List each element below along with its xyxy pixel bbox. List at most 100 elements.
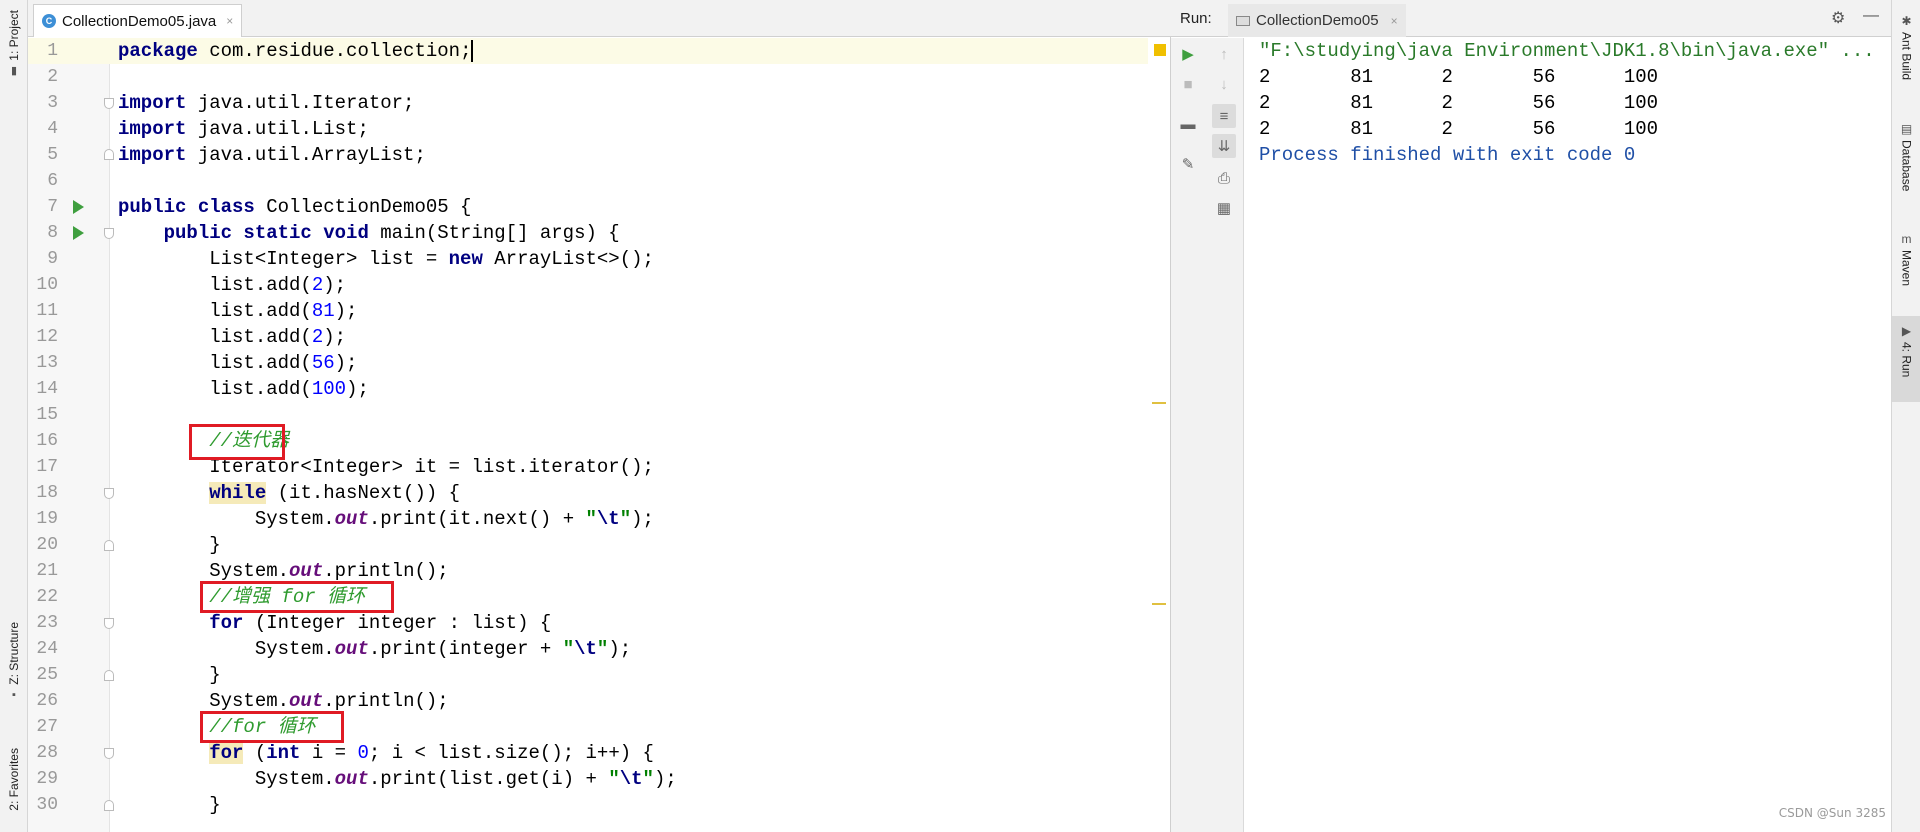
code-token: out bbox=[289, 560, 324, 582]
favorites-tab-label: 2: Favorites bbox=[7, 748, 21, 811]
print-icon[interactable]: ⎙ bbox=[1212, 166, 1236, 190]
fold-end-icon[interactable] bbox=[104, 149, 114, 160]
editor-file-tab[interactable]: C CollectionDemo05.java × bbox=[33, 4, 243, 37]
code-token: } bbox=[118, 534, 221, 556]
fold-icon[interactable] bbox=[104, 98, 114, 109]
code-line-3: 3 import java.util.Iterator; bbox=[28, 90, 1148, 116]
code-token: (it.hasNext()) { bbox=[266, 482, 461, 504]
line-number: 27 bbox=[36, 717, 58, 737]
code-token: public class bbox=[118, 196, 255, 218]
code-token: .println(); bbox=[323, 690, 449, 712]
scroll-to-end-icon[interactable]: ⇊ bbox=[1212, 134, 1236, 158]
up-arrow-icon[interactable]: ↑ bbox=[1212, 42, 1236, 66]
code-token: ); bbox=[608, 638, 632, 660]
code-token: ); bbox=[323, 274, 347, 296]
database-label: Database bbox=[1899, 140, 1914, 192]
code-token: java.util.ArrayList; bbox=[186, 144, 426, 166]
fold-end-icon[interactable] bbox=[104, 670, 114, 681]
code-area[interactable]: 1 package com.residue.collection; 2 3 impo… bbox=[28, 38, 1171, 832]
console-line: 2 81 2 56 100 bbox=[1259, 118, 1659, 140]
run-label: Run: bbox=[1180, 10, 1212, 27]
fold-end-icon[interactable] bbox=[104, 540, 114, 551]
rerun-icon[interactable]: ▶ bbox=[1176, 42, 1200, 66]
code-token: public static void bbox=[118, 222, 369, 244]
code-line-13: 13 list.add(56); bbox=[28, 350, 1148, 376]
run-main-icon[interactable] bbox=[73, 226, 84, 240]
layout-icon[interactable]: ▬ bbox=[1176, 112, 1200, 136]
scroll-marker[interactable] bbox=[1152, 603, 1166, 605]
code-line-8: 8 public static void main(String[] args)… bbox=[28, 220, 1148, 246]
code-token: java.util.List; bbox=[186, 118, 369, 140]
fold-icon[interactable] bbox=[104, 748, 114, 759]
pin-icon[interactable]: ✎ bbox=[1176, 152, 1200, 176]
watermark: CSDN @Sun 3285 bbox=[1778, 806, 1886, 820]
fold-icon[interactable] bbox=[104, 228, 114, 239]
structure-icon: ▪ bbox=[12, 688, 16, 701]
line-number: 8 bbox=[47, 223, 58, 243]
line-number: 7 bbox=[47, 197, 58, 217]
minimize-icon[interactable]: — bbox=[1863, 7, 1879, 25]
code-token: i = bbox=[300, 742, 358, 764]
ant-build-tool-tab[interactable]: ✱ Ant Build bbox=[1892, 14, 1920, 80]
code-token: out bbox=[289, 690, 324, 712]
line-number: 28 bbox=[36, 743, 58, 763]
run-tool-tab[interactable]: ▶ 4: Run bbox=[1892, 316, 1920, 402]
code-token: ; i < list.size(); i++) { bbox=[368, 742, 654, 764]
code-comment: //迭代器 bbox=[118, 430, 290, 452]
code-token: " bbox=[619, 508, 632, 530]
file-status-indicator[interactable] bbox=[1154, 44, 1166, 56]
code-token: out bbox=[334, 768, 369, 790]
left-tool-strip: 1: Project ▮ Z: Structure ▪ 2: Favorites bbox=[0, 0, 28, 832]
close-run-tab-icon[interactable]: × bbox=[1391, 14, 1398, 28]
soft-wrap-icon[interactable]: ≡ bbox=[1212, 104, 1236, 128]
maven-tool-tab[interactable]: m Maven bbox=[1892, 232, 1920, 286]
code-comment: //for 循环 bbox=[118, 716, 316, 738]
code-line-16: 16 //迭代器 bbox=[28, 428, 1148, 454]
console-output[interactable]: "F:\studying\java Environment\JDK1.8\bin… bbox=[1259, 38, 1879, 832]
code-token: list.add( bbox=[118, 326, 312, 348]
code-line-12: 12 list.add(2); bbox=[28, 324, 1148, 350]
project-tool-tab[interactable]: 1: Project ▮ bbox=[0, 10, 28, 77]
line-number: 12 bbox=[36, 327, 58, 347]
code-token: ); bbox=[334, 300, 358, 322]
line-number: 6 bbox=[47, 171, 58, 191]
stop-icon[interactable]: ■ bbox=[1176, 72, 1200, 96]
line-number: 10 bbox=[36, 275, 58, 295]
code-token: 2 bbox=[311, 326, 324, 348]
console-line: 2 81 2 56 100 bbox=[1259, 66, 1659, 88]
gear-icon[interactable]: ⚙ bbox=[1831, 8, 1845, 28]
run-config-tab[interactable]: CollectionDemo05 × bbox=[1228, 4, 1406, 37]
code-line-25: 25 } bbox=[28, 662, 1148, 688]
code-token: for bbox=[209, 742, 244, 764]
text-caret bbox=[471, 39, 474, 62]
run-class-icon[interactable] bbox=[73, 200, 84, 214]
close-tab-icon[interactable]: × bbox=[226, 14, 233, 28]
console-line: Process finished with exit code 0 bbox=[1259, 144, 1636, 166]
code-line-14: 14 list.add(100); bbox=[28, 376, 1148, 402]
ide-window: 1: Project ▮ Z: Structure ▪ 2: Favorites… bbox=[0, 0, 1920, 832]
code-comment: //增强 for 循环 bbox=[118, 586, 366, 608]
line-number: 19 bbox=[36, 509, 58, 529]
line-number: 3 bbox=[47, 93, 58, 113]
down-arrow-icon[interactable]: ↓ bbox=[1212, 72, 1236, 96]
fold-end-icon[interactable] bbox=[104, 800, 114, 811]
trash-icon[interactable]: ▦ bbox=[1212, 196, 1236, 220]
line-number: 23 bbox=[36, 613, 58, 633]
code-token: list.add( bbox=[118, 300, 312, 322]
code-token: " bbox=[562, 638, 575, 660]
scroll-marker[interactable] bbox=[1152, 402, 1166, 404]
code-token: .println(); bbox=[323, 560, 449, 582]
code-token: " bbox=[596, 638, 609, 660]
code-token: .print(list.get(i) + bbox=[368, 768, 609, 790]
structure-tool-tab[interactable]: Z: Structure ▪ bbox=[0, 622, 28, 701]
line-number: 29 bbox=[36, 769, 58, 789]
maven-label: Maven bbox=[1899, 250, 1914, 287]
fold-icon[interactable] bbox=[104, 488, 114, 499]
line-number: 20 bbox=[36, 535, 58, 555]
fold-icon[interactable] bbox=[104, 618, 114, 629]
database-tool-tab[interactable]: ▤ Database bbox=[1892, 122, 1920, 191]
code-token: \t bbox=[619, 768, 643, 790]
favorites-tool-tab[interactable]: 2: Favorites bbox=[0, 748, 28, 811]
